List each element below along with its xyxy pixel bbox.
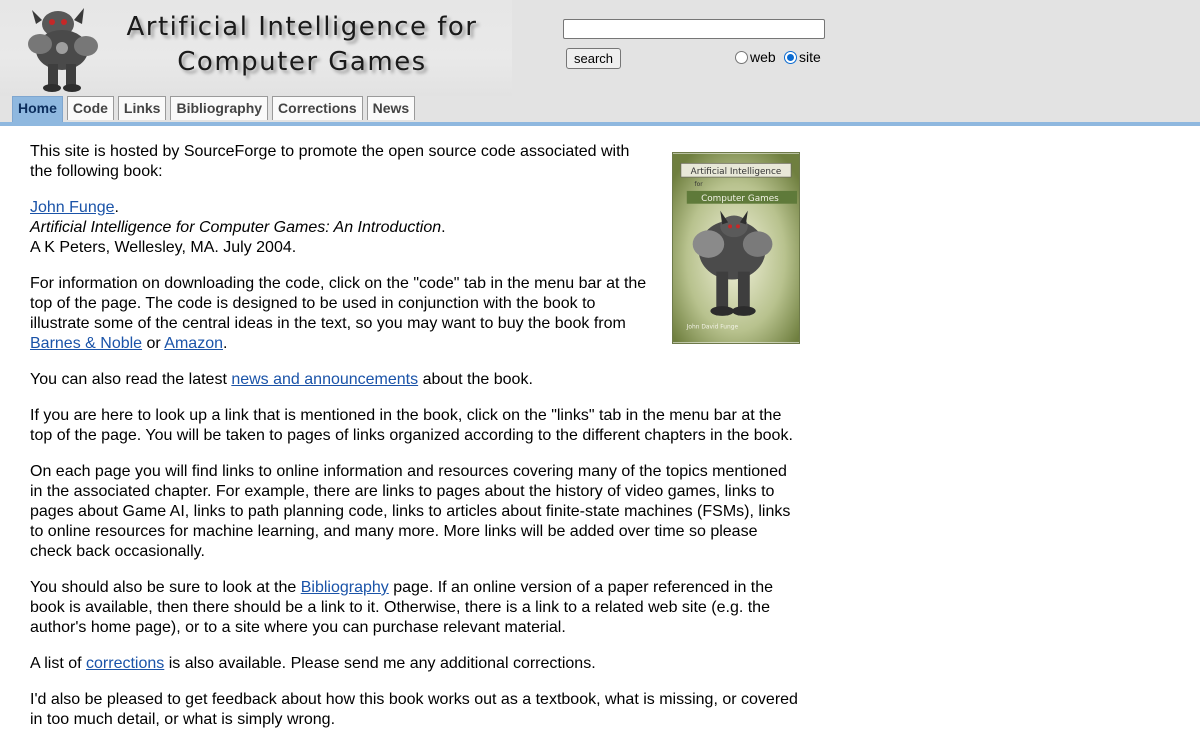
nav-underline-bar: [0, 122, 1200, 126]
corr-text-2: is also available. Please send me any ad…: [164, 655, 596, 672]
book-cover-image[interactable]: Artificial Intelligence for Computer Gam…: [672, 152, 800, 344]
tab-news[interactable]: News: [366, 96, 416, 120]
search-button[interactable]: search: [566, 48, 621, 69]
site-radio-label: site: [799, 49, 821, 65]
tab-corrections[interactable]: Corrections: [272, 96, 363, 120]
each-page-paragraph: On each page you will find links to onli…: [30, 463, 791, 560]
download-text-2: or: [142, 335, 165, 352]
tab-code[interactable]: Code: [66, 96, 114, 120]
author-link[interactable]: John Funge: [30, 199, 115, 216]
publisher-line: A K Peters, Wellesley, MA. July 2004.: [30, 239, 297, 256]
corr-text-1: A list of: [30, 655, 87, 672]
main-nav: Home Code Links Bibliography Corrections…: [12, 96, 419, 122]
news-paragraph: You can also read the latest news and an…: [30, 370, 802, 390]
download-text-1: For information on downloading the code,…: [30, 275, 647, 332]
main-content: Artificial Intelligence for Computer Gam…: [30, 142, 802, 746]
book-title: Artificial Intelligence for Computer Gam…: [30, 219, 442, 236]
bibliography-link[interactable]: Bibliography: [301, 579, 389, 596]
feedback-paragraph: I'd also be pleased to get feedback abou…: [30, 691, 798, 728]
cover-title-bottom: Computer Games: [701, 194, 779, 204]
site-title: Artificial Intelligence for Computer Gam…: [112, 10, 492, 80]
search-scope-web[interactable]: web: [735, 49, 776, 65]
download-text-3: .: [223, 335, 228, 352]
news-text-2: about the book.: [418, 371, 533, 388]
site-title-line-1: Artificial Intelligence for: [126, 12, 478, 42]
links-paragraph: If you are here to look up a link that i…: [30, 407, 793, 444]
page-header: Artificial Intelligence for Computer Gam…: [0, 0, 1200, 122]
site-banner: Artificial Intelligence for Computer Gam…: [0, 0, 512, 96]
cover-author: John David Funge: [686, 325, 739, 331]
tab-bibliography[interactable]: Bibliography: [170, 96, 269, 120]
tab-home[interactable]: Home: [12, 96, 63, 122]
search-input[interactable]: [563, 19, 825, 39]
web-radio-label: web: [750, 49, 776, 65]
book-title-suffix: .: [441, 219, 446, 236]
robot-mascot-icon: [28, 8, 98, 92]
search-scope-site[interactable]: site: [784, 49, 821, 65]
barnes-noble-link[interactable]: Barnes & Noble: [30, 335, 142, 352]
site-title-line-2: Computer Games: [177, 47, 427, 77]
author-suffix: .: [114, 199, 119, 216]
corrections-paragraph: A list of corrections is also available.…: [30, 654, 802, 674]
tab-links[interactable]: Links: [117, 96, 167, 120]
corrections-link[interactable]: corrections: [86, 655, 164, 672]
cover-title-for: for: [695, 182, 704, 188]
news-link[interactable]: news and announcements: [231, 371, 418, 388]
bibliography-paragraph: You should also be sure to look at the B…: [30, 578, 802, 638]
amazon-link[interactable]: Amazon: [164, 335, 223, 352]
web-radio[interactable]: [735, 50, 748, 64]
bib-text-1: You should also be sure to look at the: [30, 579, 301, 596]
site-radio[interactable]: [784, 50, 797, 64]
news-text-1: You can also read the latest: [30, 371, 232, 388]
cover-title-top: Artificial Intelligence: [691, 167, 782, 177]
